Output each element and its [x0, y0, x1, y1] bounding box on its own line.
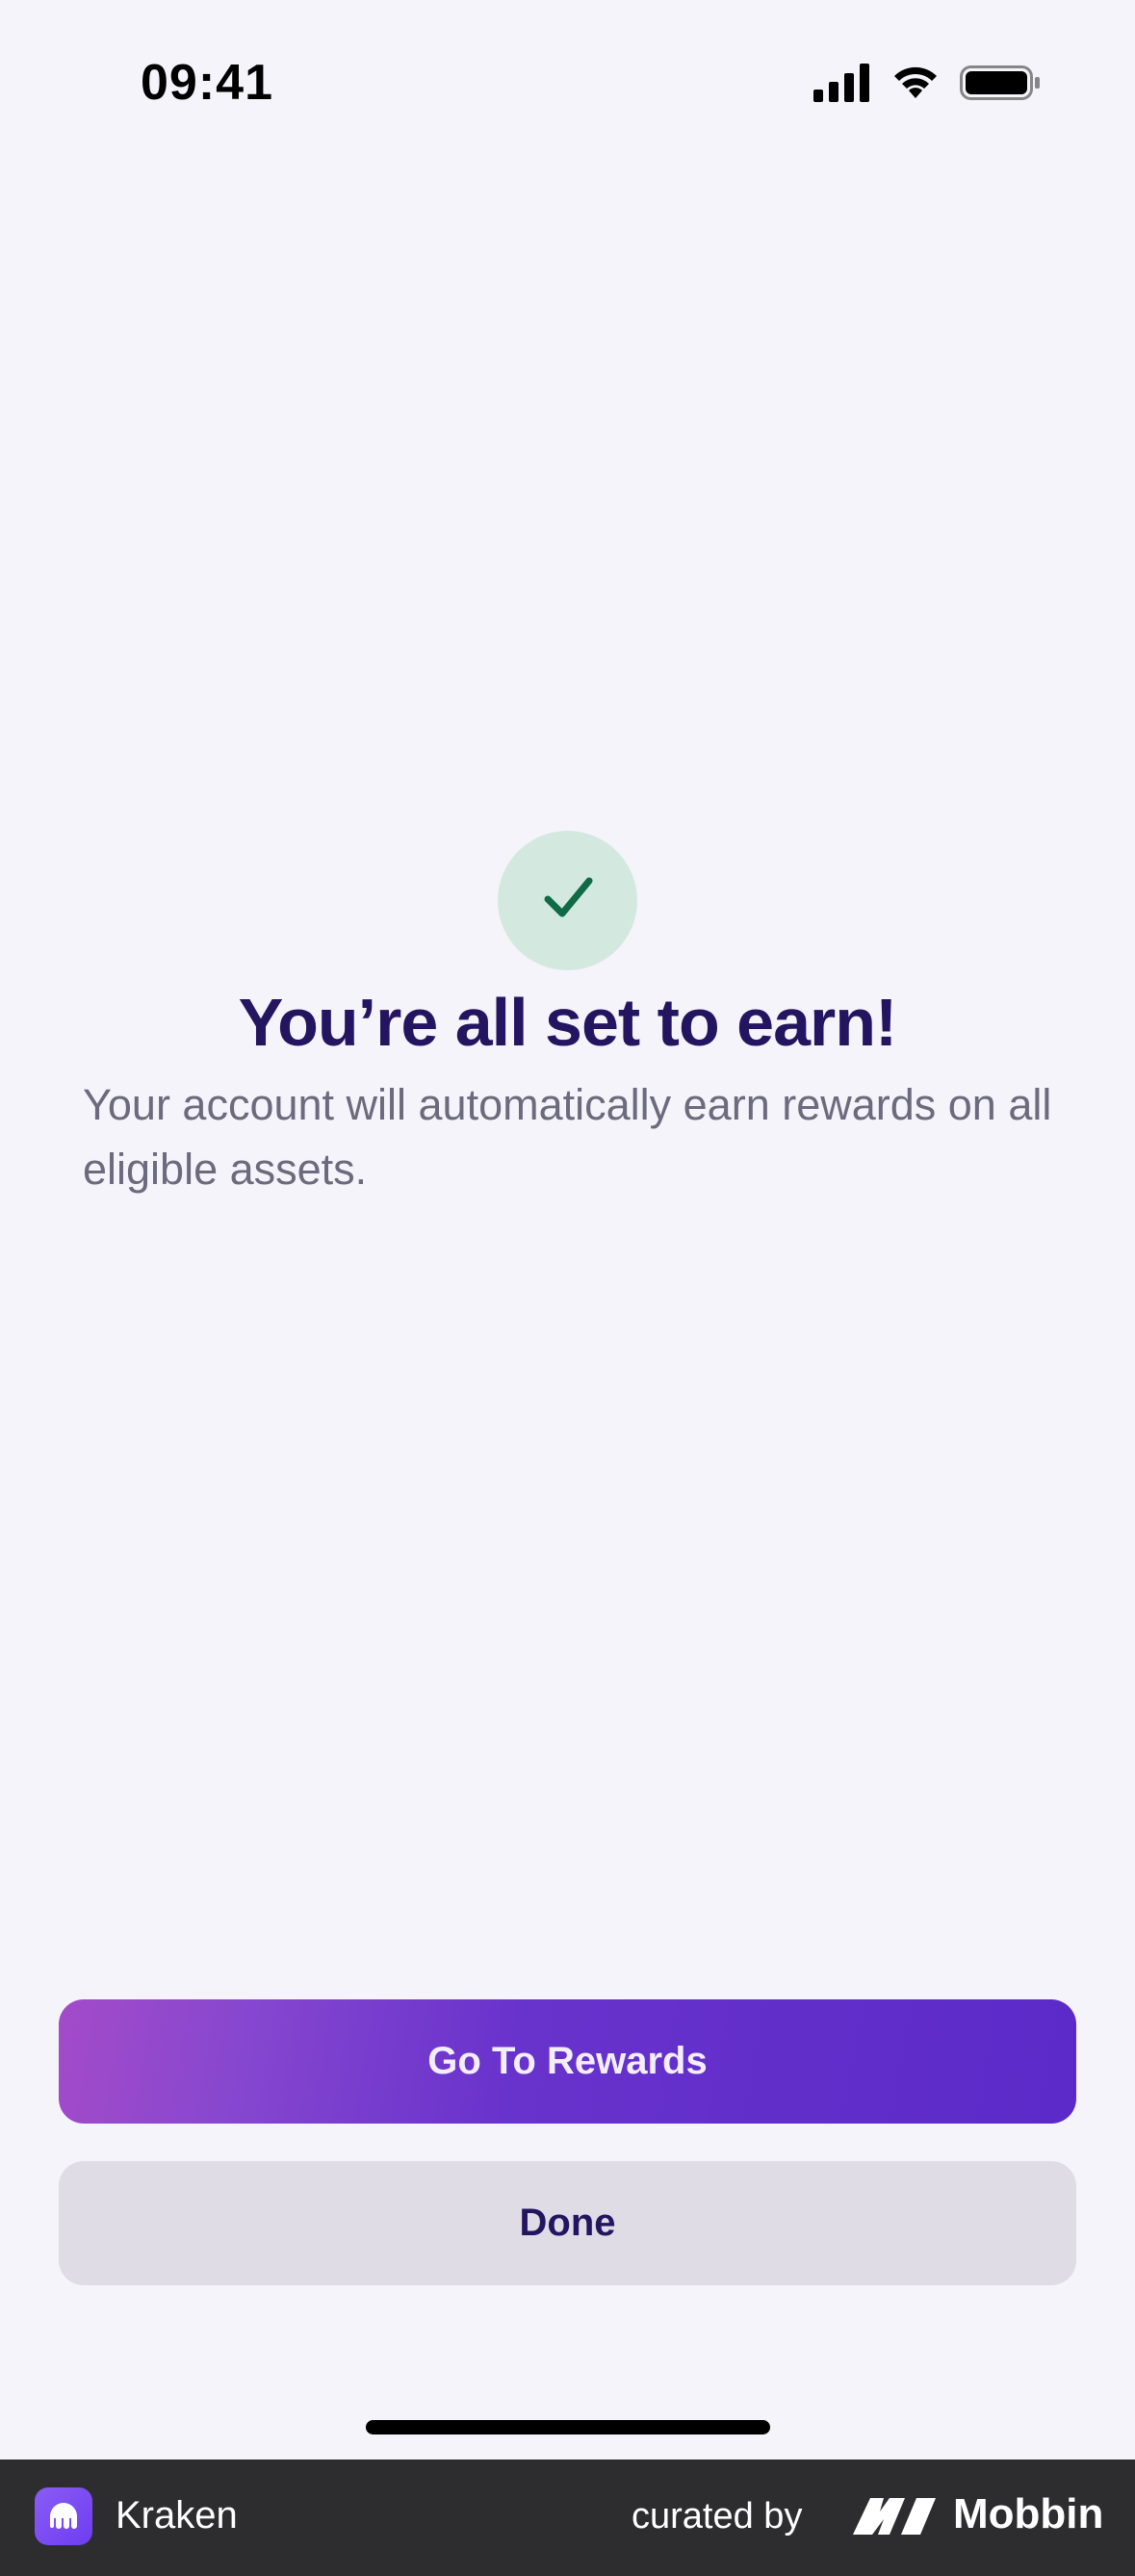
status-time: 09:41	[141, 55, 273, 111]
page-subtitle: Your account will automatically earn rew…	[83, 1080, 1052, 1194]
wifi-icon	[890, 64, 941, 107]
success-badge	[498, 831, 637, 970]
footer-app-name: Kraken	[116, 2494, 238, 2537]
page-title: You’re all set to earn!	[238, 985, 898, 1060]
checkmark-icon	[539, 869, 597, 932]
footer-bar: Kraken curated by Mobbin	[0, 2460, 1135, 2576]
kraken-logo-icon	[35, 2487, 92, 2545]
footer-curated-label: curated by	[632, 2496, 803, 2537]
mobbin-logo-icon	[851, 2492, 938, 2543]
done-button[interactable]: Done	[59, 2161, 1076, 2285]
footer-brand-name: Mobbin	[953, 2490, 1104, 2537]
screen: 09:41 You’re all set to earn! Your accou…	[0, 0, 1135, 2460]
battery-icon	[960, 64, 1041, 107]
cellular-signal-icon	[813, 63, 871, 107]
status-icons	[813, 63, 1041, 107]
home-indicator[interactable]	[366, 2420, 770, 2434]
go-to-rewards-button[interactable]: Go To Rewards	[59, 1999, 1076, 2124]
